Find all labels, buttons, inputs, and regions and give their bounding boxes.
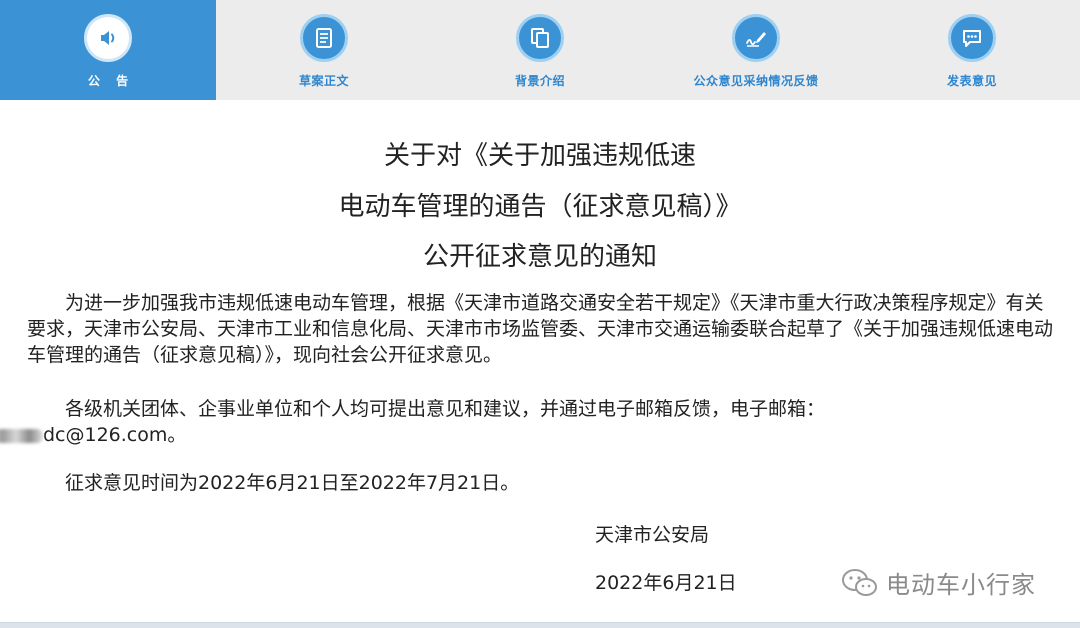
copy-pages-icon bbox=[516, 14, 564, 62]
tab-label: 草案正文 bbox=[298, 74, 349, 88]
pen-signature-icon bbox=[732, 14, 780, 62]
notice-paragraph-3: 征求意见时间为2022年6月21日至2022年7月21日。 bbox=[65, 472, 520, 494]
tab-background[interactable]: 背景介绍 bbox=[432, 0, 648, 100]
wechat-icon bbox=[842, 568, 877, 596]
notice-paragraph-2: 各级机关团体、企事业单位和个人均可提出意见和建议，并通过电子邮箱反馈，电子邮箱：… bbox=[0, 396, 1057, 448]
notice-paragraph-1: 为进一步加强我市违规低速电动车管理，根据《天津市道路交通安全若干规定》《天津市重… bbox=[27, 292, 1054, 366]
tab-label: 背景介绍 bbox=[514, 74, 565, 88]
signer: 天津市公安局 bbox=[595, 524, 710, 546]
tab-submit-opinion[interactable]: 发表意见 bbox=[864, 0, 1080, 100]
tab-label: 发表意见 bbox=[946, 74, 997, 88]
notice-title-line3: 公开征求意见的通知 bbox=[422, 242, 657, 272]
speaker-icon bbox=[84, 14, 132, 62]
paragraph-2-text: 各级机关团体、企事业单位和个人均可提出意见和建议，并通过电子邮箱反馈，电子邮箱： bbox=[65, 398, 826, 420]
notice-title-line1: 关于对《关于加强违规低速 bbox=[383, 141, 696, 171]
tab-bar: 公 告 草案正文 背景介绍 公众意见采纳情况反馈 发表意见 bbox=[0, 0, 1080, 100]
email-visible-text: dc@126.com。 bbox=[43, 424, 187, 446]
email-address[interactable]: dc@126.com。 bbox=[0, 424, 186, 446]
redacted-email-part bbox=[0, 428, 43, 443]
notice-content: 关于对《关于加强违规低速 电动车管理的通告（征求意见稿）》 公开征求意见的通知 … bbox=[0, 100, 1080, 623]
tab-label: 公 告 bbox=[87, 74, 135, 88]
tab-announcement[interactable]: 公 告 bbox=[0, 0, 216, 100]
document-icon bbox=[300, 14, 348, 62]
watermark: 电动车小行家 bbox=[840, 565, 1036, 600]
watermark-text: 电动车小行家 bbox=[886, 571, 1036, 599]
tab-feedback[interactable]: 公众意见采纳情况反馈 bbox=[648, 0, 864, 100]
tab-label: 公众意见采纳情况反馈 bbox=[693, 74, 819, 88]
tab-draft-text[interactable]: 草案正文 bbox=[216, 0, 432, 100]
chat-bubble-icon bbox=[948, 14, 996, 62]
notice-title-line2: 电动车管理的通告（征求意见稿）》 bbox=[338, 192, 742, 222]
notice-date: 2022年6月21日 bbox=[595, 572, 737, 594]
